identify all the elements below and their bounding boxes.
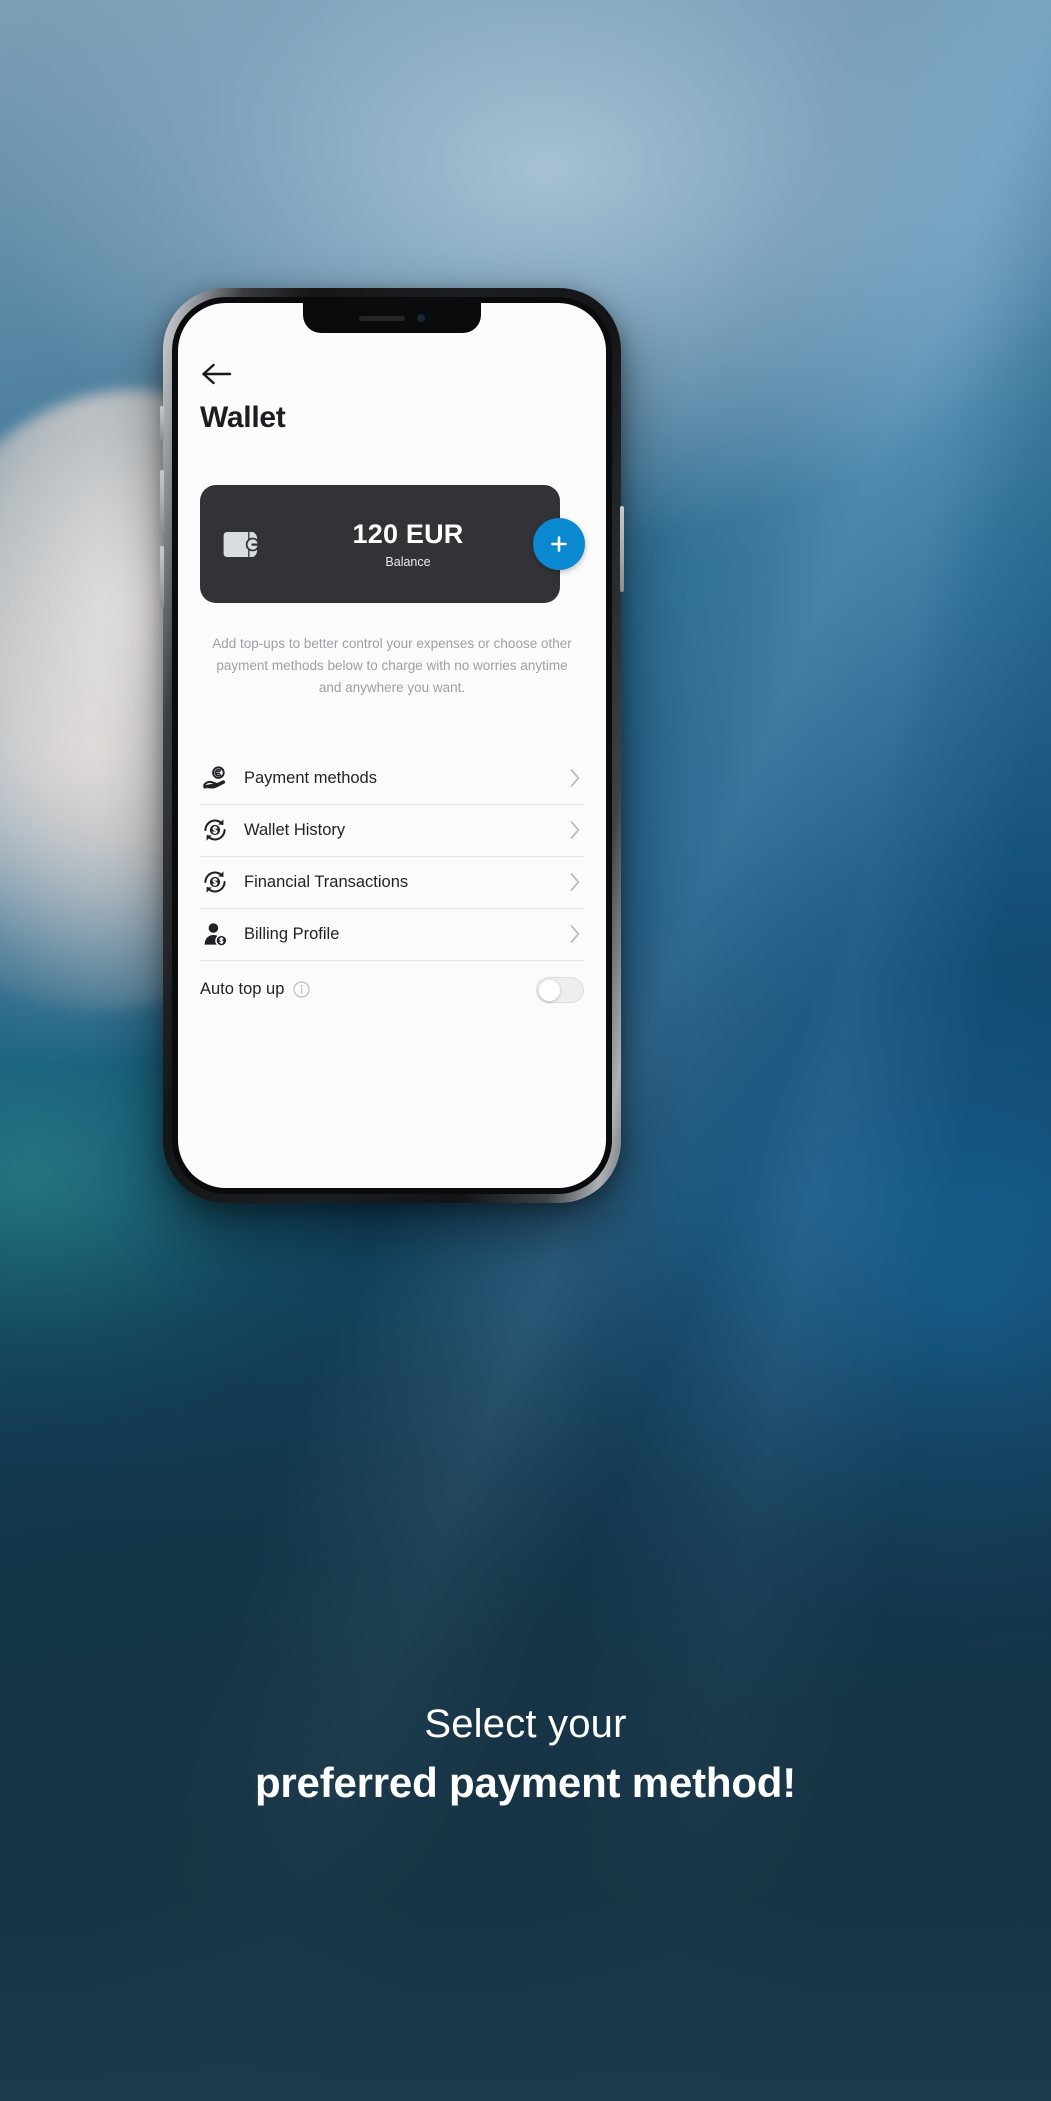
plus-icon <box>551 536 567 552</box>
menu-item-label: Financial Transactions <box>244 872 409 891</box>
toggle-knob <box>539 979 560 1001</box>
front-camera-icon <box>417 314 425 322</box>
dollar-refresh-circle-icon <box>200 817 230 843</box>
balance-label: Balance <box>385 555 431 569</box>
chevron-right-icon <box>570 821 580 839</box>
phone-mockup: Wallet 120 EUR Balance Add top-ups to be… <box>160 288 624 1203</box>
speaker-grille-icon <box>359 315 405 321</box>
chevron-right-icon <box>570 925 580 943</box>
volume-up-button[interactable] <box>160 470 164 532</box>
menu-item-billing-profile[interactable]: Billing Profile <box>200 909 584 961</box>
wallet-menu-list: Payment methods Wallet History Financial… <box>200 753 584 1019</box>
screenshot-stage: Wallet 120 EUR Balance Add top-ups to be… <box>0 0 1051 2101</box>
chevron-right-icon <box>570 769 580 787</box>
auto-top-up-row: Auto top up <box>200 961 584 1019</box>
user-dollar-badge-icon <box>200 921 230 947</box>
balance-amount: 120 EUR <box>352 519 464 549</box>
menu-item-payment-methods[interactable]: Payment methods <box>200 753 584 805</box>
phone-screen: Wallet 120 EUR Balance Add top-ups to be… <box>178 303 606 1188</box>
promo-caption: Select your preferred payment method! <box>0 1702 1051 1807</box>
phone-bezel: Wallet 120 EUR Balance Add top-ups to be… <box>172 297 612 1194</box>
helper-text: Add top-ups to better control your expen… <box>212 636 572 695</box>
menu-item-label: Payment methods <box>244 768 377 787</box>
menu-item-label: Billing Profile <box>244 924 340 943</box>
chevron-right-icon <box>570 873 580 891</box>
balance-card: 120 EUR Balance <box>200 485 560 603</box>
wallet-screen: Wallet 120 EUR Balance Add top-ups to be… <box>178 303 606 1188</box>
dollar-refresh-circle-icon <box>200 869 230 895</box>
menu-item-label: Wallet History <box>244 820 346 839</box>
back-arrow-icon[interactable] <box>200 361 234 387</box>
menu-item-wallet-history[interactable]: Wallet History <box>200 805 584 857</box>
volume-down-button[interactable] <box>160 546 164 608</box>
balance-card-wrapper: 120 EUR Balance <box>200 485 585 603</box>
caption-line-1: Select your <box>424 1702 627 1746</box>
menu-item-financial-transactions[interactable]: Financial Transactions <box>200 857 584 909</box>
add-funds-button[interactable] <box>533 518 585 570</box>
background-bottom-gradient <box>0 1201 1051 2101</box>
hand-holding-euro-coin-icon <box>200 765 230 791</box>
balance-text-group: 120 EUR Balance <box>262 519 560 569</box>
page-title: Wallet <box>200 401 286 434</box>
auto-top-up-toggle[interactable] <box>536 976 584 1003</box>
info-circle-icon[interactable] <box>293 981 311 998</box>
wallet-icon <box>223 532 260 557</box>
phone-notch <box>303 303 481 333</box>
auto-top-up-label: Auto top up <box>200 980 285 999</box>
mute-switch[interactable] <box>160 406 164 440</box>
power-button[interactable] <box>620 506 624 592</box>
caption-line-2: preferred payment method! <box>254 1759 797 1806</box>
